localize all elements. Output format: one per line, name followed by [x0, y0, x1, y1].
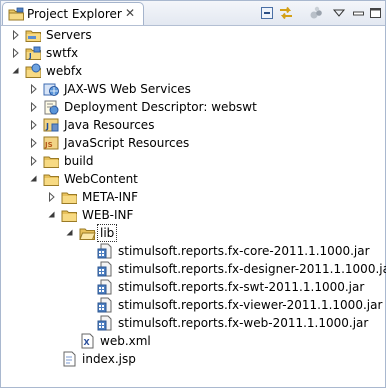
project-folder-icon: [25, 30, 41, 42]
twisty-collapsed-icon[interactable]: [29, 120, 39, 130]
svg-text:J: J: [28, 52, 32, 60]
tree-item[interactable]: WEB-INF: [1, 206, 385, 224]
project-tree: Servers Jswtfx webfx JAX-WS Web Services Dep…: [1, 26, 386, 387]
tree-item-label: index.jsp: [82, 352, 136, 366]
svg-text:J: J: [45, 122, 49, 131]
tree-item-label: lib: [97, 224, 118, 242]
tree-item[interactable]: Deployment Descriptor: webswt: [1, 98, 385, 116]
project-explorer-view: Project Explorer ✕ Servers Jswtfx webfx JAX…: [0, 0, 386, 388]
tree-item-label: web.xml: [100, 334, 151, 348]
tree-item[interactable]: lib: [1, 224, 385, 242]
folder-icon: [61, 210, 77, 222]
tree-item[interactable]: index.jsp: [1, 350, 385, 368]
twisty-collapsed-icon[interactable]: [29, 156, 39, 166]
twisty-collapsed-icon[interactable]: [47, 192, 57, 202]
jar-icon: [97, 279, 112, 295]
tree-item-label: WebContent: [64, 172, 138, 186]
tree-item-label: stimulsoft.reports.fx-web-2011.1.1000.ja…: [118, 316, 369, 330]
tree-item[interactable]: Xweb.xml: [1, 332, 385, 350]
jar-icon: [97, 297, 112, 313]
project-explorer-icon: [8, 7, 24, 21]
tree-item[interactable]: WebContent: [1, 170, 385, 188]
tree-item[interactable]: build: [1, 152, 385, 170]
tree-item[interactable]: stimulsoft.reports.fx-web-2011.1.1000.ja…: [1, 314, 385, 332]
tab-project-explorer[interactable]: Project Explorer ✕: [2, 2, 144, 25]
folder-icon: [43, 156, 59, 168]
web-project-icon: [25, 63, 41, 78]
folder-icon: [43, 174, 59, 186]
tree-item-label: stimulsoft.reports.fx-designer-2011.1.10…: [118, 262, 386, 276]
tree-item-label: JAX-WS Web Services: [64, 82, 191, 96]
link-with-editor-icon[interactable]: [278, 5, 294, 21]
tab-label: Project Explorer: [27, 7, 122, 21]
collapse-all-icon[interactable]: [259, 5, 275, 21]
jar-icon: [97, 315, 112, 331]
twisty-collapsed-icon[interactable]: [29, 138, 39, 148]
svg-text:JS: JS: [44, 141, 53, 149]
tree-item[interactable]: Servers: [1, 26, 385, 44]
tree-item-label: WEB-INF: [82, 208, 134, 222]
java-project-icon: J: [25, 46, 41, 60]
twisty-expanded-icon[interactable]: [11, 66, 21, 76]
tree-item[interactable]: JAX-WS Web Services: [1, 80, 385, 98]
twisty-collapsed-icon[interactable]: [11, 30, 21, 40]
jar-icon: [97, 261, 112, 277]
tree-item-label: stimulsoft.reports.fx-core-2011.1.1000.j…: [118, 244, 370, 258]
tree-item[interactable]: JS JavaScript Resources: [1, 134, 385, 152]
tree-item-label: JavaScript Resources: [64, 136, 190, 150]
svg-text:X: X: [84, 338, 91, 347]
twisty-expanded-icon[interactable]: [65, 228, 75, 238]
tree-item-label: swtfx: [46, 46, 79, 60]
tree-item-label: stimulsoft.reports.fx-swt-2011.1.1000.ja…: [118, 280, 365, 294]
deployment-descriptor-icon: [44, 100, 59, 115]
jar-icon: [97, 243, 112, 259]
tree-item[interactable]: stimulsoft.reports.fx-designer-2011.1.10…: [1, 260, 386, 278]
twisty-collapsed-icon[interactable]: [29, 84, 39, 94]
javascript-resources-icon: JS: [43, 136, 59, 150]
tree-item[interactable]: webfx: [1, 62, 385, 80]
folder-icon: [61, 192, 77, 204]
tree-item[interactable]: META-INF: [1, 188, 385, 206]
tree-item-label: build: [64, 154, 94, 168]
tree-item-label: stimulsoft.reports.fx-viewer-2011.1.1000…: [118, 298, 383, 312]
twisty-expanded-icon[interactable]: [47, 210, 57, 220]
xml-file-icon: X: [81, 333, 94, 349]
tree-item[interactable]: Jswtfx: [1, 44, 385, 62]
folder-open-icon: [79, 228, 96, 240]
java-resources-icon: J: [43, 118, 59, 132]
tree-item-label: Deployment Descriptor: webswt: [64, 100, 257, 114]
tree-item[interactable]: stimulsoft.reports.fx-swt-2011.1.1000.ja…: [1, 278, 385, 296]
view-menu-icon[interactable]: [331, 5, 347, 21]
twisty-collapsed-icon[interactable]: [29, 102, 39, 112]
tree-item[interactable]: stimulsoft.reports.fx-core-2011.1.1000.j…: [1, 242, 385, 260]
twisty-collapsed-icon[interactable]: [11, 48, 21, 58]
web-services-icon: [43, 83, 59, 96]
tree-item-label: META-INF: [82, 190, 139, 204]
view-tab-bar: Project Explorer ✕: [1, 1, 385, 26]
tree-item[interactable]: stimulsoft.reports.fx-viewer-2011.1.1000…: [1, 296, 385, 314]
maximize-icon[interactable]: [368, 5, 384, 21]
close-icon[interactable]: ✕: [125, 6, 135, 20]
tree-item[interactable]: J Java Resources: [1, 116, 385, 134]
tree-item-label: Servers: [46, 28, 92, 42]
jsp-file-icon: [63, 351, 76, 367]
twisty-expanded-icon[interactable]: [29, 174, 39, 184]
tree-item-label: webfx: [46, 64, 83, 78]
tree-item-label: Java Resources: [64, 118, 155, 132]
filters-icon[interactable]: [308, 5, 324, 21]
minimize-icon[interactable]: [351, 5, 367, 21]
